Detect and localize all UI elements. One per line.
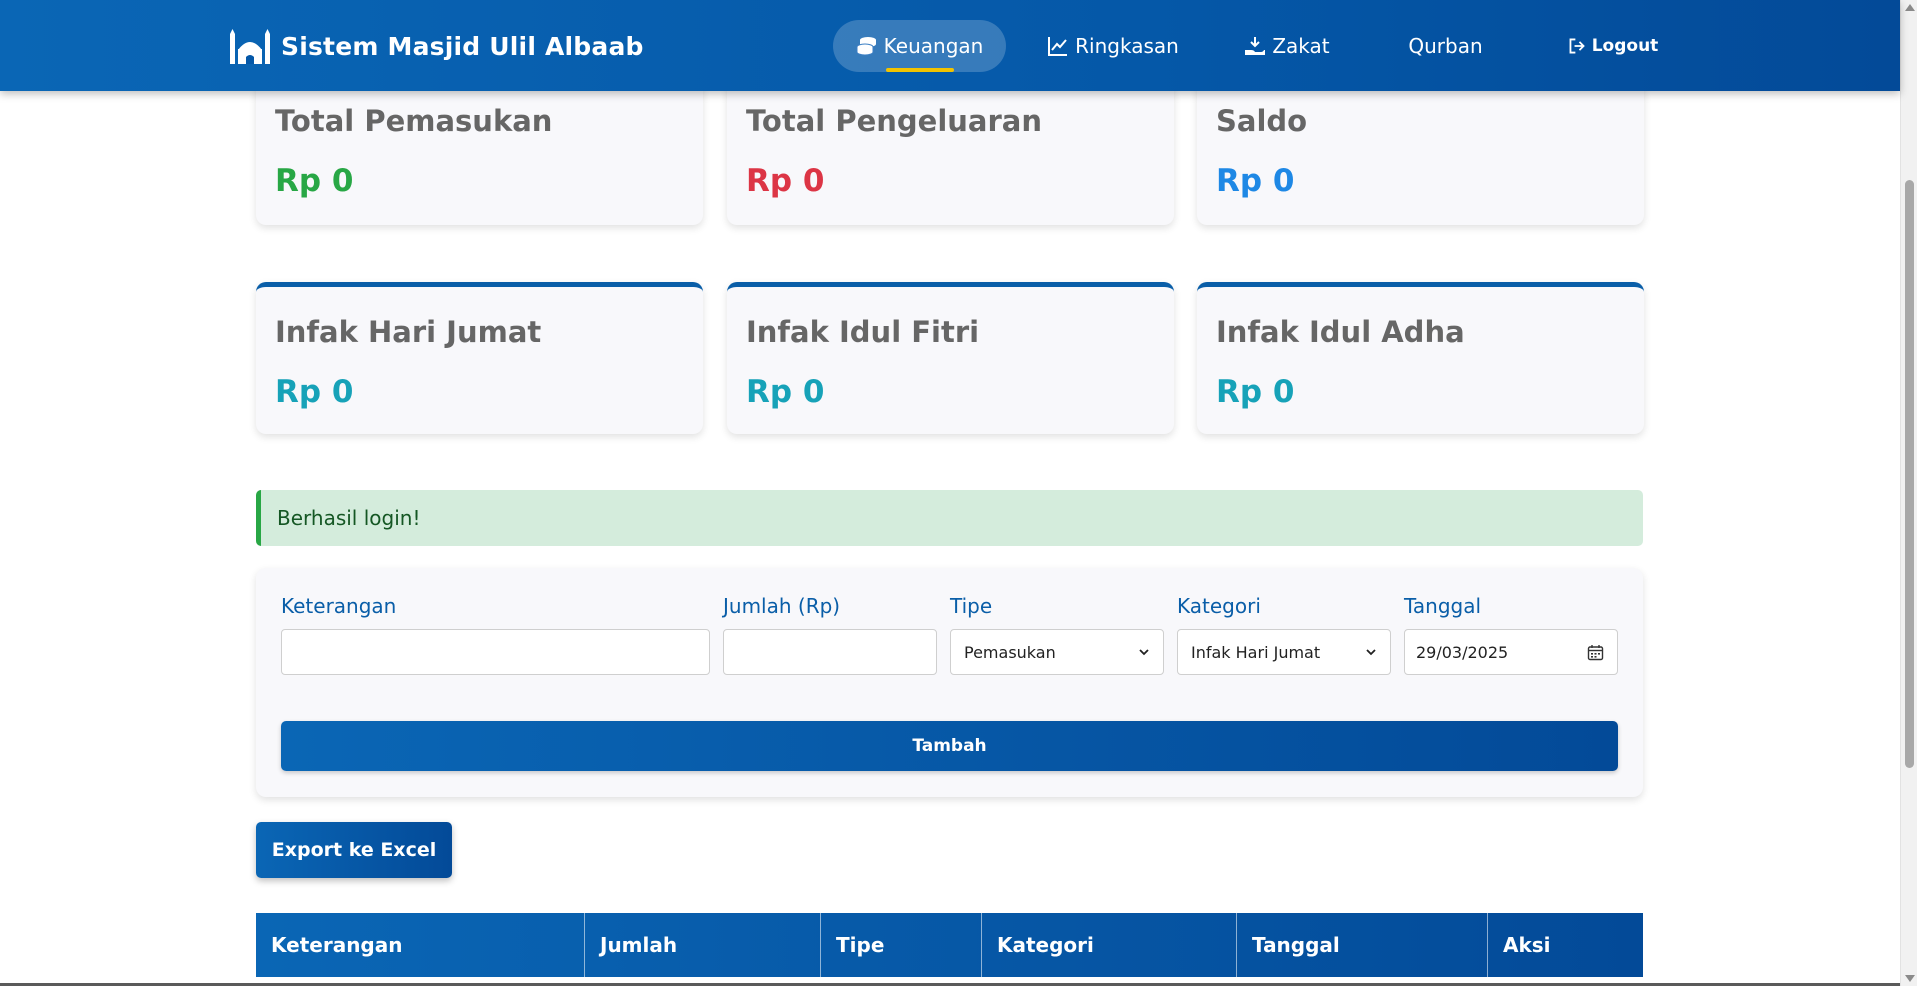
nav-label: Ringkasan [1075,34,1179,58]
kategori-selected-value: Infak Hari Jumat [1191,642,1321,662]
card-title: Saldo [1216,104,1308,138]
kategori-select[interactable]: Infak Hari Jumat [1177,629,1391,675]
nav-logout[interactable]: Logout [1552,20,1674,72]
calendar-icon[interactable] [1587,644,1604,661]
card-title: Infak Idul Fitri [746,315,980,349]
nav-label: Qurban [1408,34,1483,58]
column-header-tanggal: Tanggal [1237,913,1488,977]
tipe-select[interactable]: Pemasukan [950,629,1164,675]
hand-holding-icon [1245,37,1266,55]
chevron-down-icon [1139,649,1149,656]
card-infak-idul-adha: Infak Idul Adha Rp 0 [1197,282,1644,434]
column-header-tipe: Tipe [821,913,982,977]
vertical-scrollbar[interactable] [1900,0,1917,986]
export-excel-button[interactable]: Export ke Excel [256,822,452,878]
nav-qurban[interactable]: Qurban [1393,20,1498,72]
coins-icon [856,37,876,56]
brand-title: Sistem Masjid Ulil Albaab [281,31,644,61]
card-infak-idul-fitri: Infak Idul Fitri Rp 0 [727,282,1174,434]
alert-message: Berhasil login! [277,506,421,530]
card-value: Rp 0 [1216,163,1295,199]
tanggal-label: Tanggal [1404,594,1482,618]
tipe-label: Tipe [950,594,993,618]
card-title: Infak Hari Jumat [275,315,542,349]
transactions-table-header: Keterangan Jumlah Tipe Kategori Tanggal … [256,913,1643,977]
card-value: Rp 0 [275,374,354,410]
tambah-button[interactable]: Tambah [281,721,1618,771]
card-title: Infak Idul Adha [1216,315,1465,349]
nav-keuangan[interactable]: Keuangan [833,20,1006,72]
card-infak-jumat: Infak Hari Jumat Rp 0 [256,282,703,434]
jumlah-input[interactable] [723,629,937,675]
keterangan-input[interactable] [281,629,710,675]
chevron-down-icon [1366,649,1376,656]
card-value: Rp 0 [746,163,825,199]
nav-ringkasan[interactable]: Ringkasan [1038,20,1188,72]
scroll-up-arrow-icon[interactable] [1905,4,1915,11]
column-header-keterangan: Keterangan [256,913,585,977]
tanggal-input[interactable]: 29/03/2025 [1404,629,1618,675]
column-header-kategori: Kategori [982,913,1237,977]
jumlah-label: Jumlah (Rp) [723,594,841,618]
card-title: Total Pemasukan [275,104,553,138]
chart-line-icon [1048,37,1068,56]
nav-label: Logout [1591,36,1659,56]
scrollbar-thumb[interactable] [1905,180,1914,768]
card-saldo: Saldo Rp 0 [1197,74,1644,225]
transaction-form: Keterangan Jumlah (Rp) Tipe Pemasukan Ka… [256,568,1643,797]
active-indicator [885,68,954,72]
brand[interactable]: Sistem Masjid Ulil Albaab [229,26,644,66]
success-alert: Berhasil login! [256,490,1643,546]
card-title: Total Pengeluaran [746,104,1042,138]
card-value: Rp 0 [746,374,825,410]
mosque-icon [230,29,270,64]
tanggal-value: 29/03/2025 [1416,642,1509,662]
kategori-label: Kategori [1177,594,1261,618]
sign-out-icon [1569,38,1585,54]
tipe-selected-value: Pemasukan [964,642,1056,662]
column-header-aksi: Aksi [1503,933,1551,957]
scroll-down-arrow-icon[interactable] [1905,975,1915,982]
nav-label: Keuangan [883,34,984,58]
card-value: Rp 0 [275,163,354,199]
card-total-pengeluaran: Total Pengeluaran Rp 0 [727,74,1174,225]
navbar: Sistem Masjid Ulil Albaab Keuangan Ringk… [0,0,1900,91]
nav-label: Zakat [1272,34,1330,58]
keterangan-label: Keterangan [281,594,397,618]
column-header-jumlah: Jumlah [585,913,821,977]
card-total-pemasukan: Total Pemasukan Rp 0 [256,74,703,225]
nav-zakat[interactable]: Zakat [1232,20,1342,72]
card-value: Rp 0 [1216,374,1295,410]
